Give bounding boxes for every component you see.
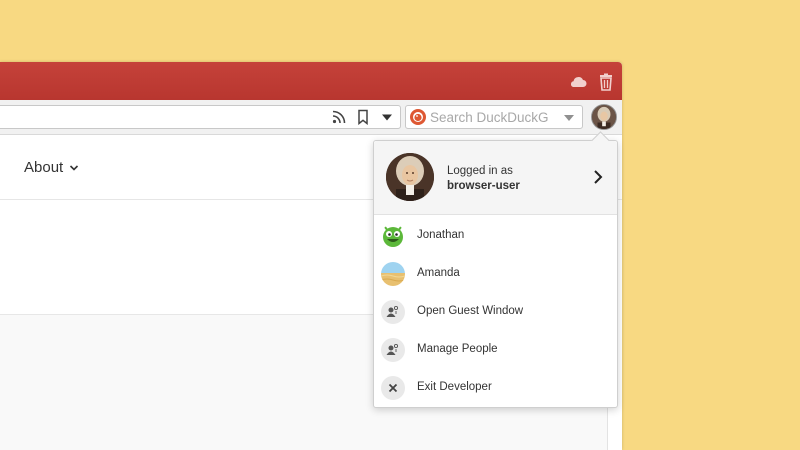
green-monster-avatar-icon [381,224,405,248]
search-input[interactable] [430,108,558,126]
exit-developer-item[interactable]: Exit Developer [374,369,617,407]
dropdown-arrow-icon[interactable] [379,109,395,125]
open-guest-window-label: Open Guest Window [417,305,524,317]
chevron-right-icon [594,170,603,184]
exit-developer-label: Exit Developer [417,381,492,393]
profile-label-jonathan: Jonathan [417,229,465,241]
current-profile-header[interactable]: Logged in as browser-user [374,141,617,215]
manage-people-icon [381,338,405,362]
manage-people-item[interactable]: Manage People [374,331,617,369]
logged-in-label: Logged in as [447,165,513,177]
title-bar [0,62,622,100]
profile-menu-panel: Logged in as browser-user Jonathan Amand… [373,131,618,408]
chevron-down-icon [70,164,79,171]
about-label: About [24,159,64,176]
bookmark-icon[interactable] [355,109,371,125]
close-icon [381,376,405,400]
about-menu[interactable]: About [24,159,79,176]
profile-item-amanda[interactable]: Amanda [374,255,617,293]
trash-icon[interactable] [596,72,616,92]
logged-in-username: browser-user [447,180,520,192]
profile-item-jonathan[interactable]: Jonathan [374,217,617,255]
current-user-avatar [386,153,434,201]
address-bar[interactable] [0,105,401,129]
search-engine-dropdown-icon[interactable] [564,115,574,121]
profile-avatar-button[interactable] [591,104,617,130]
logged-in-info: Logged in as browser-user [447,164,520,194]
toolbar [0,100,622,135]
duckduckgo-logo-icon[interactable] [410,109,426,125]
beach-avatar-icon [381,262,405,286]
profile-label-amanda: Amanda [417,267,460,279]
guest-person-icon [381,300,405,324]
rss-feed-icon[interactable] [331,109,347,125]
cloud-sync-icon[interactable] [568,72,588,92]
search-bar[interactable] [405,105,583,129]
open-guest-window-item[interactable]: Open Guest Window [374,293,617,331]
manage-people-label: Manage People [417,343,498,355]
